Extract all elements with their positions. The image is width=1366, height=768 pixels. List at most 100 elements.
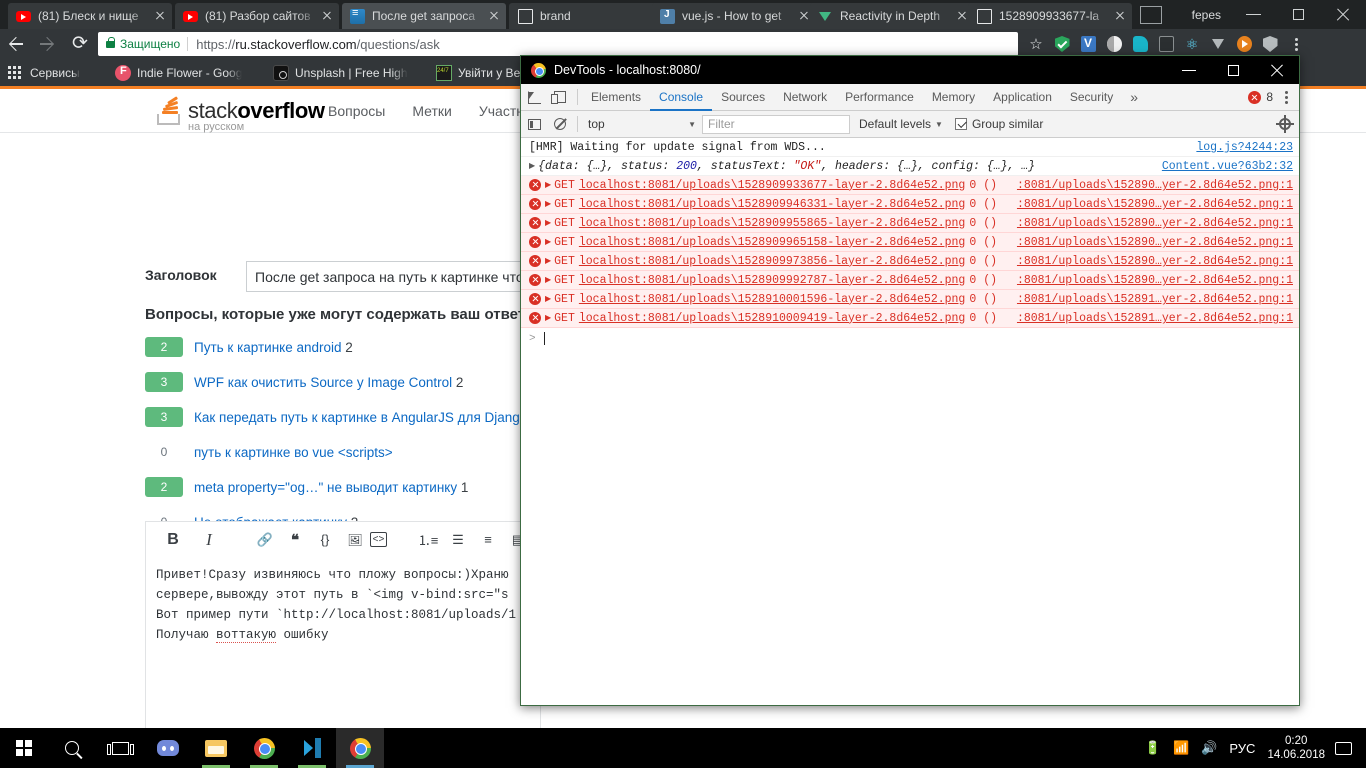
browser-tab-7[interactable]: 1528909933677-la [968, 3, 1132, 29]
console-row-error[interactable]: ▶ GET localhost:8081/uploads\15289100094… [521, 309, 1299, 328]
list-item[interactable]: 3 Как передать путь к картинке в Angular… [145, 406, 540, 428]
console-row-error[interactable]: ▶ GET localhost:8081/uploads\15289099927… [521, 271, 1299, 290]
source-link[interactable]: :8081/uploads\152891…yer-2.8d64e52.png:1 [1017, 293, 1293, 306]
browser-tab-5[interactable]: vue.js - How to get [652, 3, 816, 29]
browser-tab-1[interactable]: (81) Блеск и нище [8, 3, 172, 29]
question-link[interactable]: Как передать путь к картинке в AngularJS… [194, 410, 527, 425]
expand-triangle-icon[interactable]: ▶ [545, 199, 551, 209]
tab-sources[interactable]: Sources [712, 84, 774, 111]
close-icon[interactable] [1255, 56, 1299, 84]
console-row-log[interactable]: [HMR] Waiting for update signal from WDS… [521, 138, 1299, 157]
console-output[interactable]: [HMR] Waiting for update signal from WDS… [521, 138, 1299, 705]
expand-triangle-icon[interactable]: ▶ [529, 161, 535, 171]
bookmark-star-icon[interactable]: ☆ [1023, 35, 1049, 53]
bookmark-item-services[interactable]: Сервисы [30, 66, 102, 80]
tab-application[interactable]: Application [984, 84, 1061, 111]
new-tab-button[interactable] [1140, 6, 1162, 24]
start-button[interactable] [0, 728, 48, 768]
source-link[interactable]: :8081/uploads\152890…yer-2.8d64e52.png:1 [1017, 179, 1293, 192]
close-icon[interactable] [1112, 8, 1128, 24]
inspect-element-icon[interactable] [521, 84, 547, 111]
execution-context-select[interactable]: top ▼ [582, 117, 702, 131]
console-sidebar-icon[interactable] [521, 111, 547, 138]
console-row-object[interactable]: ▶ {data: {…}, status: 200, statusText: "… [521, 157, 1299, 176]
request-url[interactable]: localhost:8081/uploads\1528909965158-lay… [579, 236, 965, 249]
code-block-button[interactable]: {} [310, 523, 340, 557]
minimize-icon[interactable] [1167, 56, 1211, 84]
source-link[interactable]: :8081/uploads\152890…yer-2.8d64e52.png:1 [1017, 217, 1293, 230]
chrome-button[interactable] [240, 728, 288, 768]
source-link[interactable]: :8081/uploads\152890…yer-2.8d64e52.png:1 [1017, 255, 1293, 268]
html-snippet-button[interactable]: <> [370, 532, 387, 547]
wifi-icon[interactable]: 📶 [1173, 740, 1189, 756]
source-link[interactable]: Content.vue?63b2:32 [1162, 160, 1293, 173]
nav-item-questions[interactable]: Вопросы [328, 103, 385, 119]
bold-button[interactable]: B [158, 523, 188, 557]
console-prompt[interactable]: > [521, 328, 1299, 349]
search-button[interactable] [48, 728, 96, 768]
discord-button[interactable] [144, 728, 192, 768]
device-toolbar-icon[interactable] [547, 84, 573, 111]
clock[interactable]: 0:20 14.06.2018 [1267, 734, 1325, 762]
italic-button[interactable]: I [194, 523, 224, 557]
maximize-icon[interactable] [1276, 0, 1321, 29]
nav-item-users[interactable]: Участн [479, 103, 524, 119]
task-view-button[interactable] [96, 728, 144, 768]
battery-icon[interactable]: 🔋 [1145, 740, 1161, 756]
back-button[interactable] [0, 29, 32, 59]
forward-button[interactable] [32, 29, 64, 59]
request-url[interactable]: localhost:8081/uploads\1528910001596-lay… [579, 293, 965, 306]
language-indicator[interactable]: РУС [1229, 741, 1255, 756]
expand-triangle-icon[interactable]: ▶ [545, 180, 551, 190]
maximize-icon[interactable] [1211, 56, 1255, 84]
browser-tab-3-active[interactable]: После get запроса [342, 3, 506, 29]
link-button[interactable]: 🔗 [250, 523, 280, 557]
stackoverflow-logo[interactable]: stackoverflow на русском [155, 96, 325, 133]
nav-item-tags[interactable]: Метки [412, 103, 452, 119]
volume-icon[interactable]: 🔊 [1201, 740, 1217, 756]
list-item[interactable]: 3 WPF как очистить Source у Image Contro… [145, 371, 540, 393]
question-title-input[interactable]: После get запроса на путь к картинке что [246, 261, 538, 292]
browser-tab-2[interactable]: (81) Разбор сайтов [175, 3, 339, 29]
gear-icon[interactable] [1276, 115, 1294, 133]
source-link[interactable]: :8081/uploads\152890…yer-2.8d64e52.png:1 [1017, 274, 1293, 287]
question-body-textarea[interactable]: Привет!Сразу извиняюсь что пложу вопросы… [145, 557, 541, 743]
apps-grid-icon[interactable] [8, 66, 21, 79]
request-url[interactable]: localhost:8081/uploads\1528909933677-lay… [579, 179, 965, 192]
expand-triangle-icon[interactable]: ▶ [545, 275, 551, 285]
console-row-error[interactable]: ▶ GET localhost:8081/uploads\15289099463… [521, 195, 1299, 214]
request-url[interactable]: localhost:8081/uploads\1528909973856-lay… [579, 255, 965, 268]
expand-triangle-icon[interactable]: ▶ [545, 294, 551, 304]
tab-console[interactable]: Console [650, 84, 712, 111]
ordered-list-button[interactable]: ⒈≡ [413, 523, 443, 557]
expand-triangle-icon[interactable]: ▶ [545, 313, 551, 323]
source-link[interactable]: :8081/uploads\152891…yer-2.8d64e52.png:1 [1017, 312, 1293, 325]
console-row-error[interactable]: ▶ GET localhost:8081/uploads\15289099651… [521, 233, 1299, 252]
close-icon[interactable] [319, 8, 335, 24]
file-explorer-button[interactable] [192, 728, 240, 768]
close-icon[interactable] [486, 8, 502, 24]
question-link[interactable]: путь к картинке во vue <scripts> [194, 445, 393, 460]
error-badge[interactable]: 8 [1248, 84, 1299, 111]
tab-memory[interactable]: Memory [923, 84, 984, 111]
console-row-error[interactable]: ▶ GET localhost:8081/uploads\15289099558… [521, 214, 1299, 233]
bookmark-item-indie-flower[interactable]: Indie Flower - Goog [115, 64, 260, 81]
expand-triangle-icon[interactable]: ▶ [545, 256, 551, 266]
bullet-list-button[interactable]: ☰ [443, 523, 473, 557]
list-item[interactable]: 2 meta property="og…" не выводит картинк… [145, 476, 540, 498]
profile-name[interactable]: fepes [1188, 8, 1231, 22]
chrome-devtools-button[interactable] [336, 728, 384, 768]
expand-triangle-icon[interactable]: ▶ [545, 218, 551, 228]
vscode-button[interactable] [288, 728, 336, 768]
close-icon[interactable] [152, 8, 168, 24]
console-filter-input[interactable]: Filter [702, 114, 850, 134]
log-levels-select[interactable]: Default levels ▼ [859, 117, 943, 131]
blockquote-button[interactable]: ❝ [280, 523, 310, 557]
tab-network[interactable]: Network [774, 84, 836, 111]
close-icon[interactable] [1321, 0, 1366, 29]
devtools-menu-icon[interactable] [1277, 84, 1295, 111]
expand-triangle-icon[interactable]: ▶ [545, 237, 551, 247]
group-similar-checkbox[interactable]: Group similar [954, 117, 1043, 131]
browser-tab-4[interactable]: brand [509, 3, 673, 29]
source-link[interactable]: log.js?4244:23 [1196, 141, 1293, 154]
